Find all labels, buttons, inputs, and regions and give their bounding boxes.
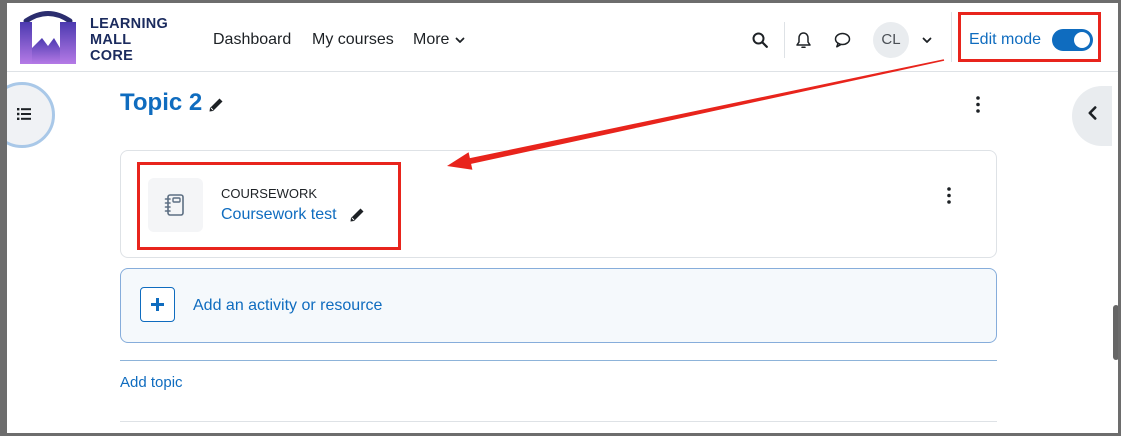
nav-more-menu[interactable]: More [413,31,449,49]
chevron-down-icon[interactable] [455,37,465,44]
edit-mode-toggle[interactable] [1052,29,1093,51]
add-topic-link[interactable]: Add topic [120,374,183,392]
top-navbar: LEARNING MALL CORE Dashboard My courses … [0,0,1121,72]
add-activity-plus-button[interactable] [140,287,175,322]
user-initials: CL [881,31,901,48]
logo-line-2: MALL [90,32,132,48]
activity-card [120,150,997,258]
kebab-menu-icon[interactable] [947,187,951,204]
chat-icon[interactable] [834,32,851,48]
pencil-icon[interactable] [208,97,224,113]
notebook-icon [164,194,184,216]
nav-dashboard-link[interactable]: Dashboard [213,31,291,49]
logo-line-3: CORE [90,48,134,64]
user-avatar[interactable]: CL [873,22,909,58]
scrollbar-thumb[interactable] [1113,305,1119,360]
chevron-left-icon [1088,106,1097,120]
toggle-knob [1074,32,1090,48]
section-divider [120,421,997,422]
edit-mode-label[interactable]: Edit mode [969,31,1041,49]
pencil-icon[interactable] [349,207,365,223]
add-activity-label[interactable]: Add an activity or resource [193,297,382,315]
nav-my-courses-link[interactable]: My courses [312,31,394,49]
logo-wordmark[interactable]: LEARNING MALL CORE [90,16,168,64]
navbar-divider [784,22,785,58]
nav-more-label: More [413,31,450,48]
search-icon[interactable] [752,32,768,48]
plus-icon [151,298,164,311]
kebab-menu-icon[interactable] [976,96,980,113]
activity-name-link[interactable]: Coursework test [221,206,337,224]
learning-mall-logo-icon[interactable] [20,8,76,64]
chevron-down-icon[interactable] [922,37,932,44]
section-title[interactable]: Topic 2 [120,88,202,118]
activity-type-label: COURSEWORK [221,186,318,201]
list-icon [17,108,31,120]
section-divider [120,360,997,361]
logo-line-1: LEARNING [90,16,169,32]
bell-icon[interactable] [795,31,812,49]
navbar-divider [951,12,952,62]
